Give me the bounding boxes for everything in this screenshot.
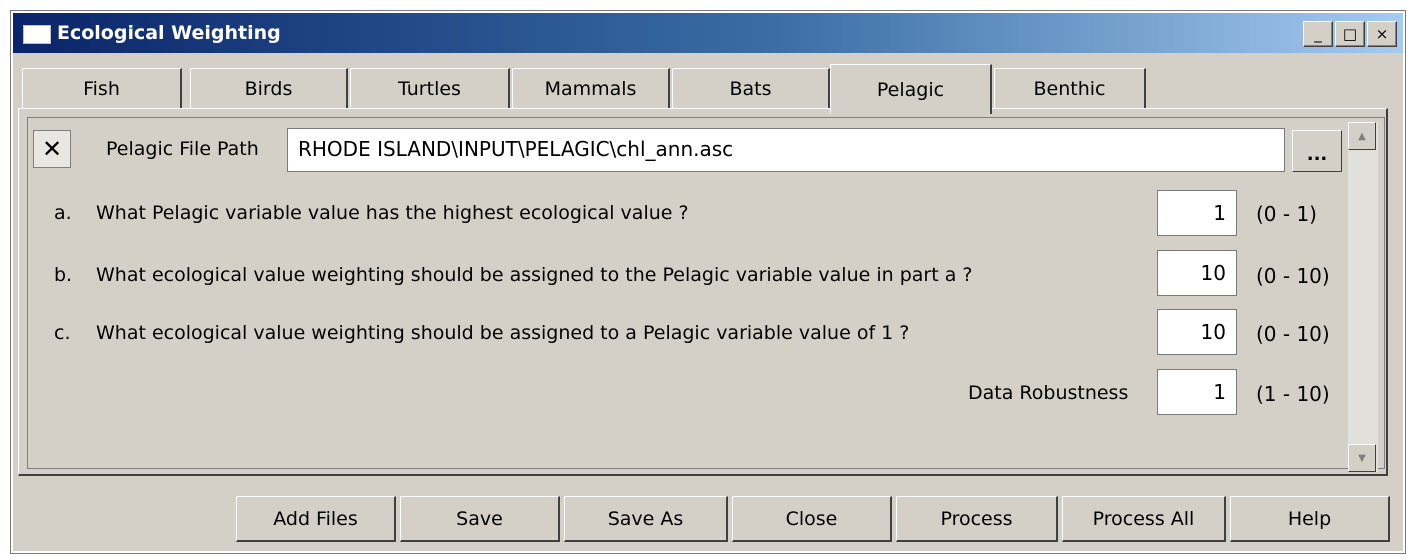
window-title: Ecological Weighting — [57, 22, 281, 44]
file-path-label: Pelagic File Path — [106, 138, 259, 160]
add-files-button[interactable]: Add Files — [236, 496, 396, 542]
question-a-value-input[interactable]: 1 — [1157, 190, 1237, 236]
question-c-prefix: c. — [54, 322, 71, 344]
close-window-button[interactable]: × — [1367, 21, 1397, 47]
process-button[interactable]: Process — [896, 496, 1058, 542]
question-a-prefix: a. — [54, 202, 72, 224]
caption-buttons: _ □ × — [1301, 21, 1397, 47]
vertical-scrollbar[interactable]: ▲ ▼ — [1348, 122, 1378, 472]
question-b-value-input[interactable]: 10 — [1157, 250, 1237, 296]
question-c-text: What ecological value weighting should b… — [96, 322, 910, 344]
question-a-text: What Pelagic variable value has the high… — [96, 202, 689, 224]
tab-fish[interactable]: Fish — [22, 68, 182, 109]
question-a-range: (0 - 1) — [1256, 202, 1317, 226]
browse-button[interactable]: ... — [1292, 130, 1342, 172]
maximize-button[interactable]: □ — [1335, 21, 1365, 47]
window-icon — [23, 25, 51, 44]
process-all-button[interactable]: Process All — [1062, 496, 1226, 542]
tab-birds[interactable]: Birds — [190, 68, 348, 109]
scroll-down-icon[interactable]: ▼ — [1348, 444, 1376, 472]
question-b-text: What ecological value weighting should b… — [96, 264, 973, 286]
help-button[interactable]: Help — [1230, 496, 1390, 542]
minimize-button[interactable]: _ — [1303, 21, 1333, 47]
title-bar[interactable]: Ecological Weighting _ □ × — [13, 13, 1403, 53]
tab-pelagic[interactable]: Pelagic — [830, 64, 992, 114]
question-c-value-input[interactable]: 10 — [1157, 309, 1237, 355]
question-b-prefix: b. — [54, 264, 73, 286]
tab-benthic[interactable]: Benthic — [994, 68, 1146, 109]
data-robustness-input[interactable]: 1 — [1157, 369, 1237, 415]
scroll-up-icon[interactable]: ▲ — [1348, 122, 1376, 150]
data-robustness-range: (1 - 10) — [1256, 382, 1330, 406]
data-robustness-label: Data Robustness — [968, 382, 1129, 404]
close-button[interactable]: Close — [732, 496, 892, 542]
tab-mammals[interactable]: Mammals — [512, 68, 670, 109]
question-b-range: (0 - 10) — [1256, 264, 1330, 288]
remove-file-button[interactable]: ✕ — [33, 130, 71, 168]
tab-bats[interactable]: Bats — [672, 68, 830, 109]
tab-turtles[interactable]: Turtles — [350, 68, 510, 109]
file-path-field[interactable]: RHODE ISLAND\INPUT\PELAGIC\chl_ann.asc — [287, 128, 1285, 172]
save-as-button[interactable]: Save As — [564, 496, 728, 542]
save-button[interactable]: Save — [400, 496, 560, 542]
question-c-range: (0 - 10) — [1256, 322, 1330, 346]
